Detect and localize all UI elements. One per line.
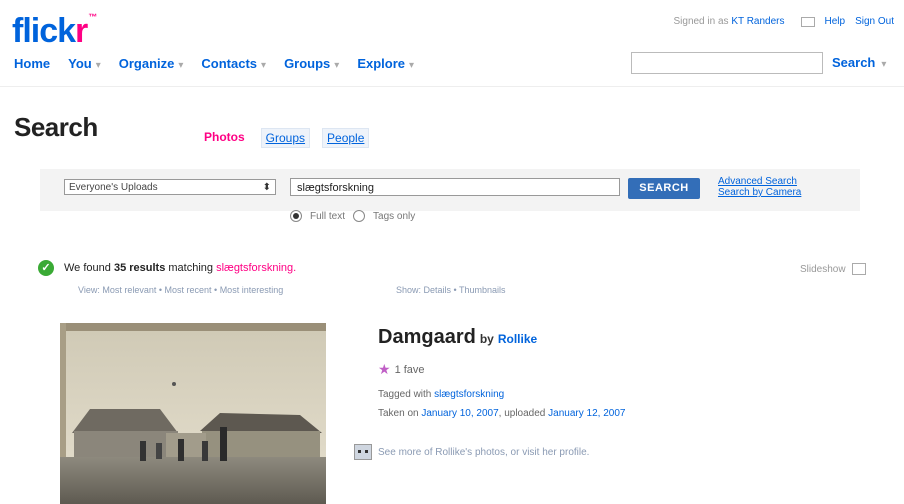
nav-groups[interactable]: Groups ▾ bbox=[284, 56, 339, 71]
sort-options[interactable]: View: Most relevant • Most recent • Most… bbox=[78, 285, 283, 295]
help-link[interactable]: Help bbox=[825, 16, 846, 27]
buddy-icon[interactable] bbox=[354, 444, 372, 460]
logo-text-pink: r bbox=[75, 12, 88, 50]
chevron-down-icon[interactable]: ▾ bbox=[178, 60, 183, 71]
tab-photos[interactable]: Photos bbox=[200, 128, 249, 148]
more-photos-link[interactable]: See more of Rollike's photos, or visit h… bbox=[378, 447, 589, 458]
full-text-label: Full text bbox=[310, 210, 346, 222]
full-text-radio[interactable] bbox=[290, 210, 302, 222]
faves-count: ★ 1 fave bbox=[378, 361, 425, 378]
slideshow-link[interactable]: Slideshow bbox=[800, 263, 866, 275]
account-bar: Signed in as KT Randers Help Sign Out bbox=[673, 16, 894, 27]
divider bbox=[0, 86, 904, 87]
tagged-line: Tagged with slægtsforskning bbox=[378, 389, 505, 400]
flickr-logo[interactable]: flickr™ bbox=[12, 12, 97, 51]
page-title: Search bbox=[14, 112, 98, 142]
farm-photo-image bbox=[60, 323, 326, 504]
main-nav: Home You ▾ Organize ▾ Contacts ▾ Groups ▾ Ex… bbox=[14, 56, 414, 71]
by-label: by bbox=[479, 332, 494, 346]
logo-tm: ™ bbox=[88, 12, 97, 22]
chevron-down-icon[interactable]: ▾ bbox=[96, 60, 101, 71]
scope-select[interactable]: Everyone's Uploads ⬍ bbox=[64, 179, 276, 195]
nav-you[interactable]: You ▾ bbox=[68, 56, 101, 71]
results-summary: We found 35 results matching slægtsforsk… bbox=[64, 262, 297, 274]
header-search-input[interactable] bbox=[631, 52, 823, 74]
nav-contacts[interactable]: Contacts ▾ bbox=[201, 56, 266, 71]
search-mode: Full text Tags only bbox=[290, 210, 415, 222]
search-by-camera-link[interactable]: Search by Camera bbox=[718, 187, 801, 198]
taken-date-link[interactable]: January 10, 2007 bbox=[421, 408, 498, 419]
chevron-down-icon[interactable]: ▾ bbox=[881, 59, 886, 70]
chevron-down-icon[interactable]: ▾ bbox=[261, 60, 266, 71]
tab-groups[interactable]: Groups bbox=[260, 128, 311, 148]
slideshow-icon bbox=[851, 263, 866, 275]
star-icon: ★ bbox=[378, 361, 391, 377]
photo-thumbnail[interactable] bbox=[60, 323, 326, 504]
uploaded-date-link[interactable]: January 12, 2007 bbox=[548, 408, 625, 419]
tags-only-label: Tags only bbox=[373, 210, 416, 222]
result-title: Damgaard by Rollike bbox=[378, 326, 537, 349]
mail-icon[interactable] bbox=[800, 16, 815, 27]
chevron-down-icon[interactable]: ▾ bbox=[409, 60, 414, 71]
scope-select-value: Everyone's Uploads bbox=[69, 182, 158, 193]
search-query-input[interactable]: slægtsforskning bbox=[290, 178, 620, 196]
check-icon: ✓ bbox=[38, 260, 54, 276]
tags-only-radio[interactable] bbox=[353, 210, 366, 222]
nav-home[interactable]: Home bbox=[14, 56, 50, 71]
advanced-search-link[interactable]: Advanced Search bbox=[718, 176, 801, 187]
logo-text-blue: flick bbox=[12, 12, 76, 50]
search-tabs: Photos Groups People bbox=[200, 128, 370, 148]
nav-organize[interactable]: Organize ▾ bbox=[119, 56, 184, 71]
sign-out-link[interactable]: Sign Out bbox=[855, 16, 894, 27]
display-options[interactable]: Show: Details • Thumbnails bbox=[396, 285, 506, 295]
faves-label: 1 fave bbox=[394, 363, 425, 376]
select-arrows-icon: ⬍ bbox=[262, 182, 271, 193]
username-link[interactable]: KT Randers bbox=[731, 16, 784, 27]
more-from-owner: See more of Rollike's photos, or visit h… bbox=[354, 444, 589, 460]
chevron-down-icon[interactable]: ▾ bbox=[334, 60, 339, 71]
dates-line: Taken on January 10, 2007, uploaded Janu… bbox=[378, 408, 626, 419]
nav-explore[interactable]: Explore ▾ bbox=[357, 56, 414, 71]
tab-people[interactable]: People bbox=[322, 128, 370, 148]
search-button[interactable]: SEARCH bbox=[628, 178, 700, 199]
header-search-button[interactable]: Search ▾ bbox=[832, 55, 886, 70]
tag-link[interactable]: slægtsforskning bbox=[434, 389, 504, 400]
owner-link[interactable]: Rollike bbox=[498, 332, 537, 346]
advanced-links: Advanced Search Search by Camera bbox=[718, 176, 801, 198]
photo-title-link[interactable]: Damgaard bbox=[378, 326, 476, 348]
slideshow-label: Slideshow bbox=[800, 263, 846, 275]
signed-in-label: Signed in as KT Randers bbox=[673, 16, 785, 27]
